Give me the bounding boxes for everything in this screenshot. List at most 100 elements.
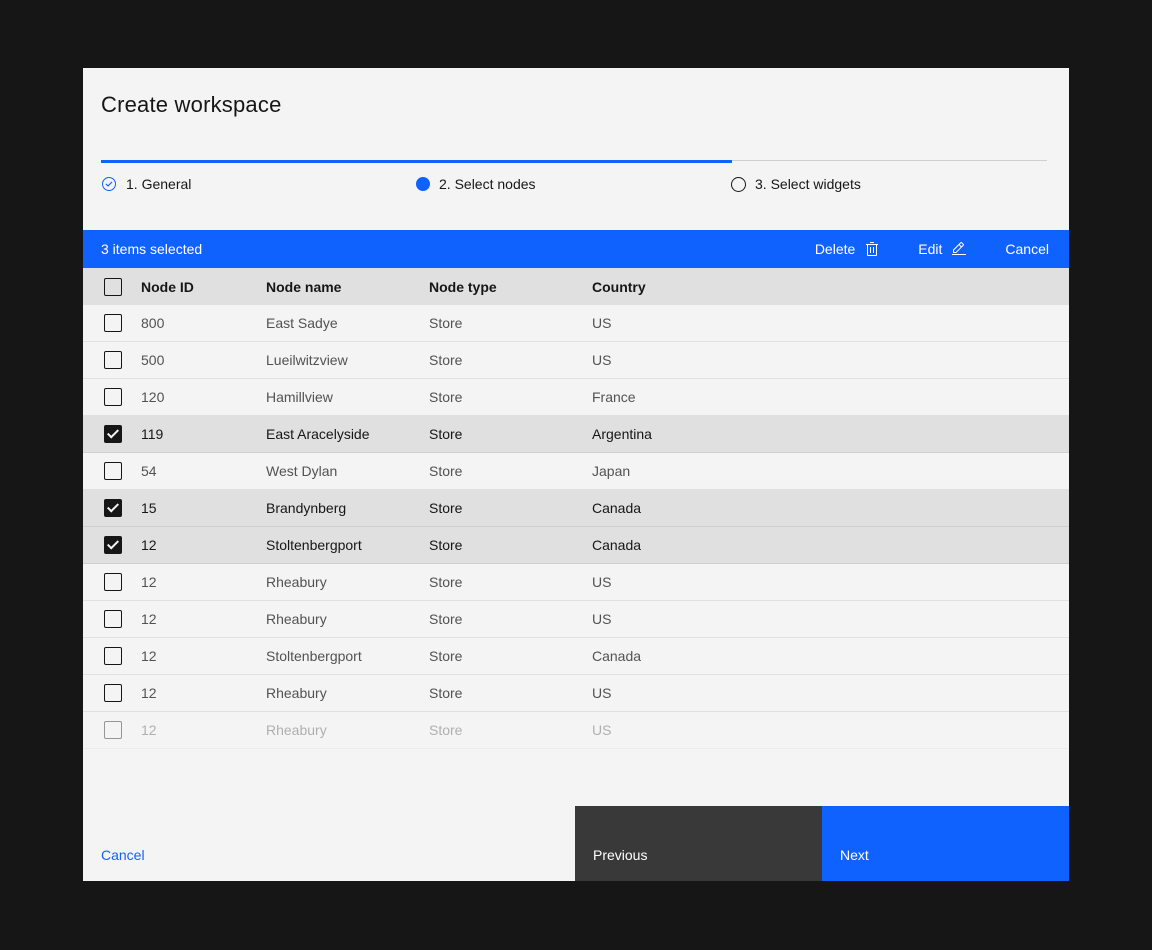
row-checkbox-cell (83, 314, 141, 332)
delete-button[interactable]: Delete (815, 241, 880, 257)
cell-country: Canada (592, 500, 1069, 516)
cell-node-id: 119 (141, 426, 266, 442)
table-row[interactable]: 12 Rheabury Store US (83, 564, 1069, 601)
cell-node-name: Brandynberg (266, 500, 429, 516)
column-header-node-type[interactable]: Node type (429, 279, 592, 295)
previous-button[interactable]: Previous (575, 806, 822, 881)
row-checkbox[interactable] (104, 684, 122, 702)
cell-node-type: Store (429, 722, 592, 738)
progress-indicator: 1. General 2. Select nodes 3. Select wid… (101, 160, 1047, 230)
cell-node-name: Rheabury (266, 722, 429, 738)
cell-country: US (592, 574, 1069, 590)
cell-node-name: Rheabury (266, 574, 429, 590)
cell-node-id: 12 (141, 722, 266, 738)
row-checkbox-cell (83, 536, 141, 554)
row-checkbox-cell (83, 462, 141, 480)
modal-footer: Cancel Previous Next (83, 806, 1069, 881)
row-checkbox[interactable] (104, 573, 122, 591)
edit-button[interactable]: Edit (918, 241, 967, 257)
table-row[interactable]: 12 Rheabury Store US (83, 712, 1069, 749)
cell-node-name: West Dylan (266, 463, 429, 479)
cell-node-id: 12 (141, 537, 266, 553)
progress-step-select-widgets[interactable]: 3. Select widgets (731, 176, 1046, 192)
cell-node-id: 15 (141, 500, 266, 516)
nodes-table: Node ID Node name Node type Country 800 … (83, 268, 1069, 749)
progress-track-incomplete (732, 160, 1047, 161)
row-checkbox[interactable] (104, 314, 122, 332)
cell-node-type: Store (429, 315, 592, 331)
cell-country: US (592, 685, 1069, 701)
batch-actions: Delete Edit Cancel (815, 241, 1049, 257)
cell-node-type: Store (429, 611, 592, 627)
select-all-checkbox[interactable] (104, 278, 122, 296)
row-checkbox[interactable] (104, 499, 122, 517)
row-checkbox-cell (83, 499, 141, 517)
table-row[interactable]: 119 East Aracelyside Store Argentina (83, 416, 1069, 453)
row-checkbox[interactable] (104, 462, 122, 480)
cell-country: US (592, 611, 1069, 627)
create-workspace-modal: Create workspace 1. General (83, 68, 1069, 881)
progress-step-label: 2. Select nodes (439, 176, 536, 192)
cell-node-type: Store (429, 352, 592, 368)
cell-node-type: Store (429, 685, 592, 701)
next-button[interactable]: Next (822, 806, 1069, 881)
cancel-link[interactable]: Cancel (83, 806, 145, 881)
cell-node-type: Store (429, 574, 592, 590)
batch-cancel-button[interactable]: Cancel (1005, 241, 1049, 257)
batch-cancel-label: Cancel (1005, 241, 1049, 257)
table-header-row: Node ID Node name Node type Country (83, 268, 1069, 305)
row-checkbox-cell (83, 351, 141, 369)
cell-country: France (592, 389, 1069, 405)
progress-step-label: 1. General (126, 176, 191, 192)
column-header-country[interactable]: Country (592, 279, 1069, 295)
cell-node-name: Stoltenbergport (266, 648, 429, 664)
table-row[interactable]: 12 Stoltenbergport Store Canada (83, 638, 1069, 675)
table-row[interactable]: 12 Rheabury Store US (83, 675, 1069, 712)
column-header-node-id[interactable]: Node ID (141, 279, 266, 295)
cell-node-name: East Sadye (266, 315, 429, 331)
cell-country: US (592, 352, 1069, 368)
cell-node-type: Store (429, 500, 592, 516)
row-checkbox[interactable] (104, 610, 122, 628)
row-checkbox-cell (83, 721, 141, 739)
cell-country: Argentina (592, 426, 1069, 442)
row-checkbox[interactable] (104, 721, 122, 739)
progress-track (101, 160, 1047, 163)
progress-step-select-nodes[interactable]: 2. Select nodes (416, 176, 731, 192)
table-row[interactable]: 800 East Sadye Store US (83, 305, 1069, 342)
row-checkbox[interactable] (104, 647, 122, 665)
cell-node-type: Store (429, 537, 592, 553)
cell-country: Japan (592, 463, 1069, 479)
table-row[interactable]: 12 Stoltenbergport Store Canada (83, 527, 1069, 564)
cell-node-name: East Aracelyside (266, 426, 429, 442)
table-row[interactable]: 54 West Dylan Store Japan (83, 453, 1069, 490)
row-checkbox[interactable] (104, 536, 122, 554)
cell-node-id: 12 (141, 574, 266, 590)
table-row[interactable]: 500 Lueilwitzview Store US (83, 342, 1069, 379)
cell-node-type: Store (429, 648, 592, 664)
row-checkbox[interactable] (104, 388, 122, 406)
table-body: 800 East Sadye Store US 500 Lueilwitzvie… (83, 305, 1069, 749)
cell-node-type: Store (429, 463, 592, 479)
row-checkbox[interactable] (104, 351, 122, 369)
cell-node-id: 12 (141, 648, 266, 664)
table-row[interactable]: 120 Hamillview Store France (83, 379, 1069, 416)
progress-track-complete (101, 160, 732, 163)
cell-node-name: Rheabury (266, 611, 429, 627)
row-checkbox-cell (83, 388, 141, 406)
cell-country: Canada (592, 537, 1069, 553)
cell-node-type: Store (429, 426, 592, 442)
cell-node-name: Rheabury (266, 685, 429, 701)
table-row[interactable]: 12 Rheabury Store US (83, 601, 1069, 638)
row-checkbox[interactable] (104, 425, 122, 443)
edit-button-label: Edit (918, 241, 942, 257)
filled-circle-icon (416, 177, 430, 191)
delete-button-label: Delete (815, 241, 855, 257)
cell-node-id: 800 (141, 315, 266, 331)
row-checkbox-cell (83, 573, 141, 591)
selected-count-text: 3 items selected (101, 241, 202, 257)
progress-step-general[interactable]: 1. General (101, 176, 416, 192)
column-header-node-name[interactable]: Node name (266, 279, 429, 295)
table-row[interactable]: 15 Brandynberg Store Canada (83, 490, 1069, 527)
progress-steps: 1. General 2. Select nodes 3. Select wid… (101, 176, 1047, 230)
